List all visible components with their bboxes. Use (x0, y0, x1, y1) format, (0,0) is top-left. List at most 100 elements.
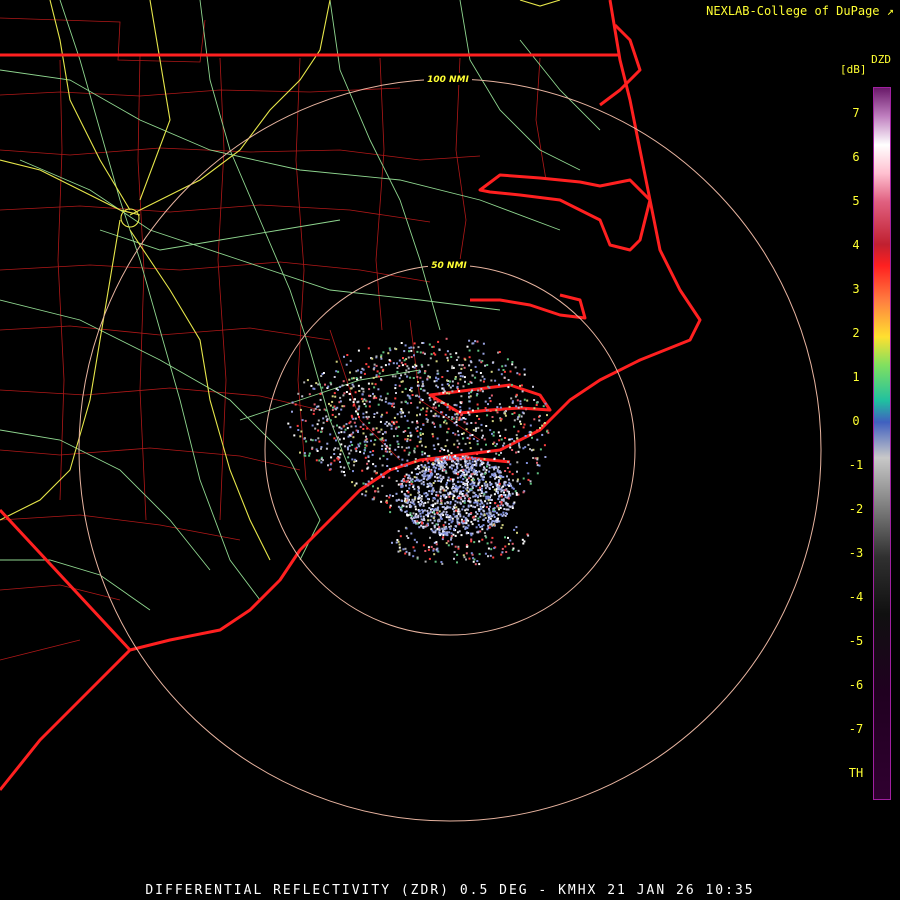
echo-pixel (511, 449, 514, 451)
echo-pixel (522, 491, 525, 494)
echo-pixel (413, 549, 416, 552)
echo-pixel (485, 469, 488, 472)
echo-pixel (395, 541, 398, 544)
echo-pixel (470, 479, 473, 481)
echo-pixel (488, 509, 491, 512)
echo-pixel (478, 359, 481, 362)
echo-pixel (520, 384, 523, 387)
echo-pixel (416, 406, 419, 409)
echo-pixel (328, 402, 330, 405)
echo-pixel (480, 429, 483, 432)
echo-pixel (438, 392, 441, 395)
echo-pixel (515, 526, 518, 529)
echo-pixel (506, 490, 509, 493)
echo-pixel (339, 396, 342, 399)
echo-pixel (443, 456, 446, 459)
echo-pixel (381, 444, 384, 447)
echo-pixel (454, 457, 457, 460)
echo-pixel (346, 427, 349, 430)
echo-pixel (525, 462, 528, 464)
echo-pixel (514, 395, 517, 398)
echo-pixel (512, 479, 514, 482)
echo-pixel (508, 470, 511, 473)
echo-pixel (341, 384, 344, 387)
echo-pixel (406, 501, 409, 504)
echo-pixel (349, 371, 351, 374)
echo-pixel (417, 516, 420, 519)
echo-pixel (458, 416, 461, 419)
echo-pixel (397, 456, 400, 459)
echo-pixel (457, 372, 460, 375)
echo-pixel (428, 376, 431, 379)
echo-pixel (397, 425, 400, 428)
echo-pixel (498, 439, 501, 442)
echo-pixel (432, 505, 434, 508)
echo-pixel (376, 411, 379, 414)
echo-pixel (411, 394, 414, 396)
echo-pixel (436, 508, 438, 511)
echo-pixel (373, 416, 376, 418)
echo-pixel (504, 501, 507, 504)
echo-pixel (326, 442, 329, 445)
echo-pixel (468, 413, 471, 416)
echo-pixel (450, 521, 453, 524)
echo-pixel (389, 444, 392, 447)
echo-pixel (419, 351, 422, 354)
echo-pixel (454, 468, 457, 471)
echo-pixel (448, 531, 451, 534)
echo-pixel (472, 560, 475, 563)
echo-pixel (418, 503, 421, 506)
echo-pixel (458, 530, 461, 533)
echo-pixel (364, 399, 367, 402)
echo-pixel (437, 473, 440, 475)
echo-pixel (402, 357, 404, 359)
echo-pixel (467, 477, 470, 480)
echo-pixel (407, 356, 410, 359)
echo-pixel (498, 494, 501, 497)
echo-pixel (481, 538, 484, 541)
echo-pixel (446, 392, 448, 395)
echo-pixel (412, 500, 415, 503)
echo-pixel (320, 375, 323, 377)
echo-pixel (408, 504, 411, 506)
echo-pixel (507, 497, 510, 500)
echo-pixel (524, 435, 527, 437)
echo-pixel (360, 371, 363, 374)
echo-pixel (348, 422, 351, 425)
echo-pixel (454, 503, 457, 506)
echo-pixel (470, 381, 473, 384)
echo-pixel (296, 424, 299, 427)
echo-pixel (374, 383, 377, 386)
echo-pixel (474, 376, 477, 379)
echo-pixel (484, 472, 487, 475)
echo-pixel (499, 434, 502, 437)
echo-pixel (334, 415, 337, 418)
echo-pixel (373, 470, 376, 473)
echo-pixel (345, 363, 348, 366)
echo-pixel (315, 382, 318, 385)
echo-pixel (476, 440, 479, 443)
echo-pixel (355, 447, 357, 450)
echo-pixel (300, 430, 303, 433)
echo-pixel (496, 470, 499, 473)
echo-pixel (399, 549, 402, 552)
echo-pixel (498, 351, 501, 353)
echo-pixel (468, 400, 471, 403)
echo-pixel (516, 437, 519, 440)
echo-pixel (459, 463, 462, 466)
echo-pixel (487, 521, 490, 524)
echo-pixel (440, 460, 443, 463)
echo-pixel (313, 403, 316, 406)
echo-pixel (523, 368, 526, 371)
echo-pixel (367, 415, 370, 418)
echo-pixel (410, 482, 413, 485)
echo-pixel (303, 437, 306, 440)
echo-pixel (510, 383, 513, 386)
echo-pixel (424, 370, 427, 373)
echo-pixel (372, 485, 374, 488)
echo-pixel (460, 480, 463, 483)
echo-pixel (391, 420, 394, 423)
echo-pixel (347, 456, 350, 459)
echo-pixel (490, 370, 493, 373)
echo-pixel (529, 482, 532, 485)
